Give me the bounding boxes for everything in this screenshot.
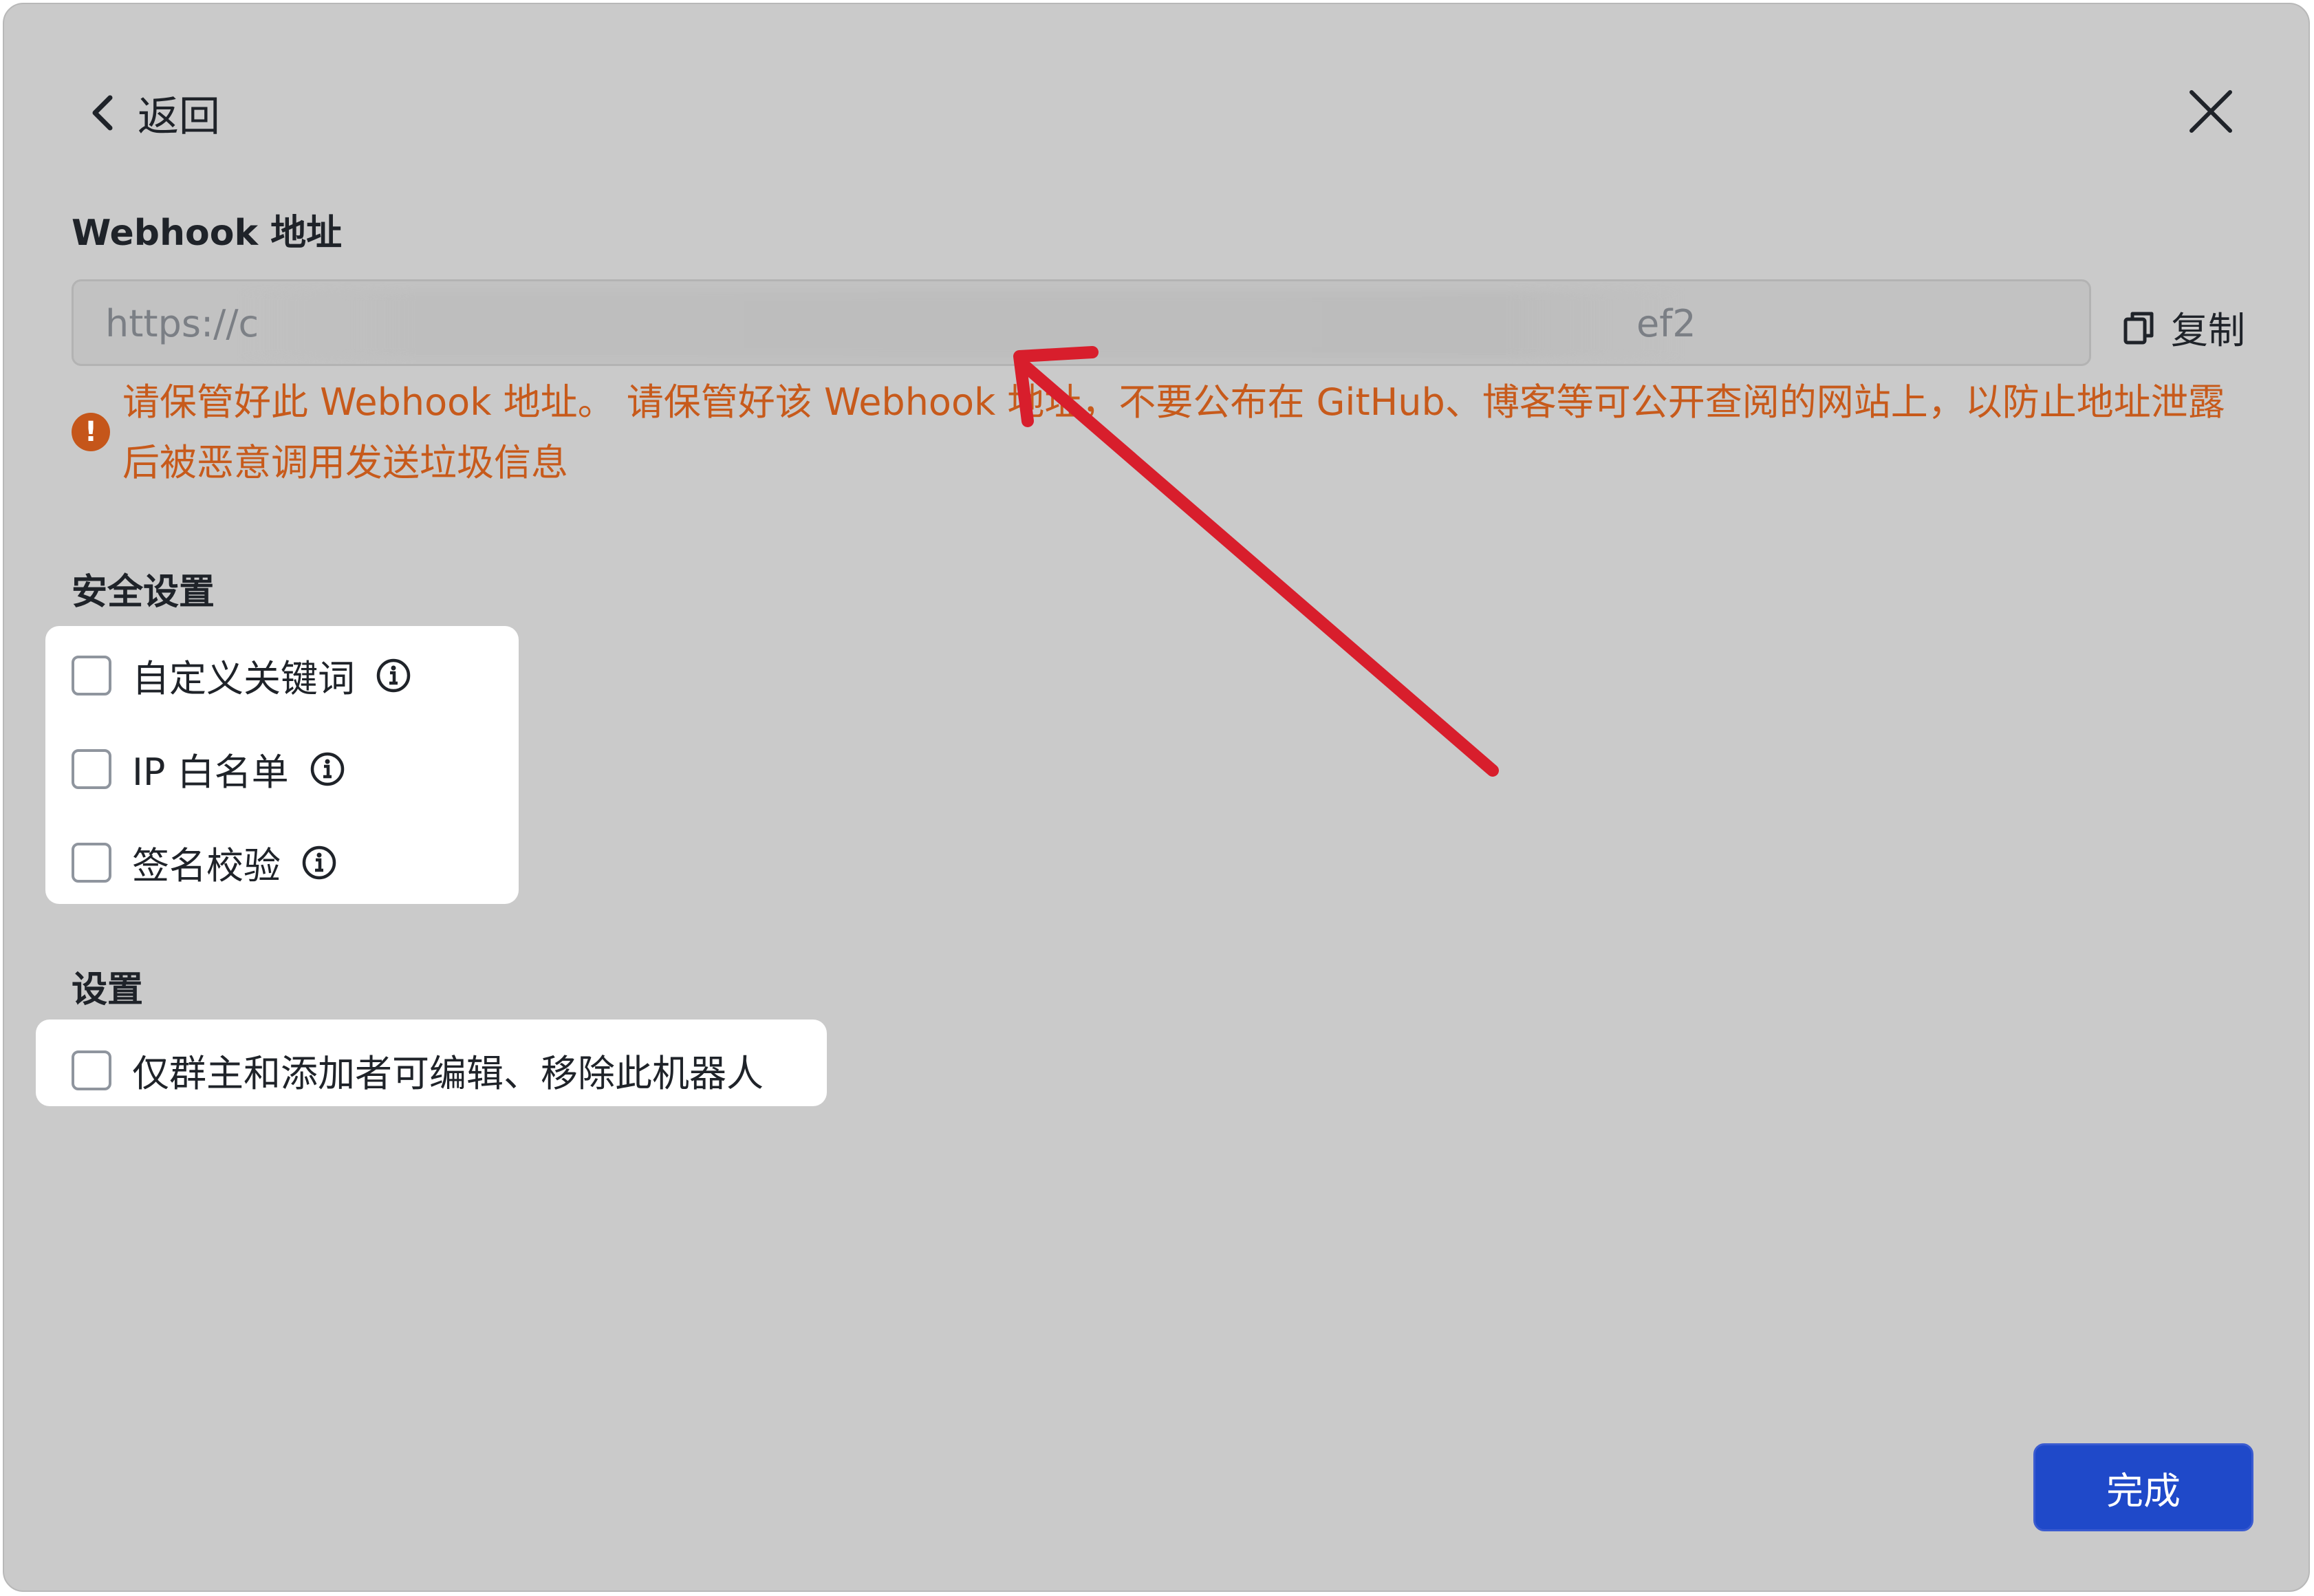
security-settings-title: 安全设置	[72, 572, 215, 613]
custom-keywords-label: 自定义关键词	[132, 657, 355, 700]
webhook-warning-text: 请保管好此 Webhook 地址。 请保管好该 Webhook 地址，不要公布在…	[122, 380, 2225, 484]
info-icon[interactable]	[376, 658, 411, 693]
option-owner-only-edit[interactable]: 仅群主和添加者可编辑、移除此机器人	[72, 1043, 764, 1097]
security-options-panel: 自定义关键词 IP 白名单 签名校验	[45, 626, 519, 904]
back-label: 返回	[138, 92, 220, 141]
signature-verification-label: 签名校验	[132, 844, 281, 887]
option-signature-verification[interactable]: 签名校验	[72, 835, 337, 889]
option-custom-keywords[interactable]: 自定义关键词	[72, 648, 411, 702]
exclamation-circle-icon: !	[72, 413, 110, 451]
settings-options-panel: 仅群主和添加者可编辑、移除此机器人	[36, 1020, 827, 1106]
webhook-url-start: https://c	[105, 302, 259, 345]
copy-icon	[2123, 312, 2154, 344]
signature-verification-checkbox[interactable]	[72, 842, 111, 883]
ip-whitelist-label: IP 白名单	[132, 751, 289, 794]
done-button[interactable]: 完成	[2033, 1443, 2253, 1531]
webhook-url-end: ef2	[1636, 302, 1696, 345]
info-icon[interactable]	[301, 845, 337, 881]
option-ip-whitelist[interactable]: IP 白名单	[72, 742, 345, 796]
chevron-left-icon	[92, 95, 113, 131]
settings-title: 设置	[72, 969, 144, 1011]
owner-only-edit-checkbox[interactable]	[72, 1050, 111, 1090]
owner-only-edit-label: 仅群主和添加者可编辑、移除此机器人	[132, 1052, 764, 1095]
webhook-url-redaction	[239, 291, 1683, 358]
back-button[interactable]: 返回	[87, 85, 220, 141]
webhook-title: Webhook 地址	[72, 213, 343, 254]
webhook-url-field[interactable]: https://c ef2	[72, 279, 2091, 366]
copy-label: 复制	[2171, 309, 2245, 352]
ip-whitelist-checkbox[interactable]	[72, 748, 111, 789]
close-button[interactable]	[2185, 85, 2237, 138]
copy-button[interactable]: 复制	[2123, 300, 2245, 354]
info-icon[interactable]	[310, 751, 345, 787]
close-icon	[2189, 90, 2232, 133]
custom-keywords-checkbox[interactable]	[72, 655, 111, 695]
webhook-dialog: 返回 Webhook 地址 https://c ef2 复制 ! 请保管好此 W…	[3, 3, 2310, 1592]
